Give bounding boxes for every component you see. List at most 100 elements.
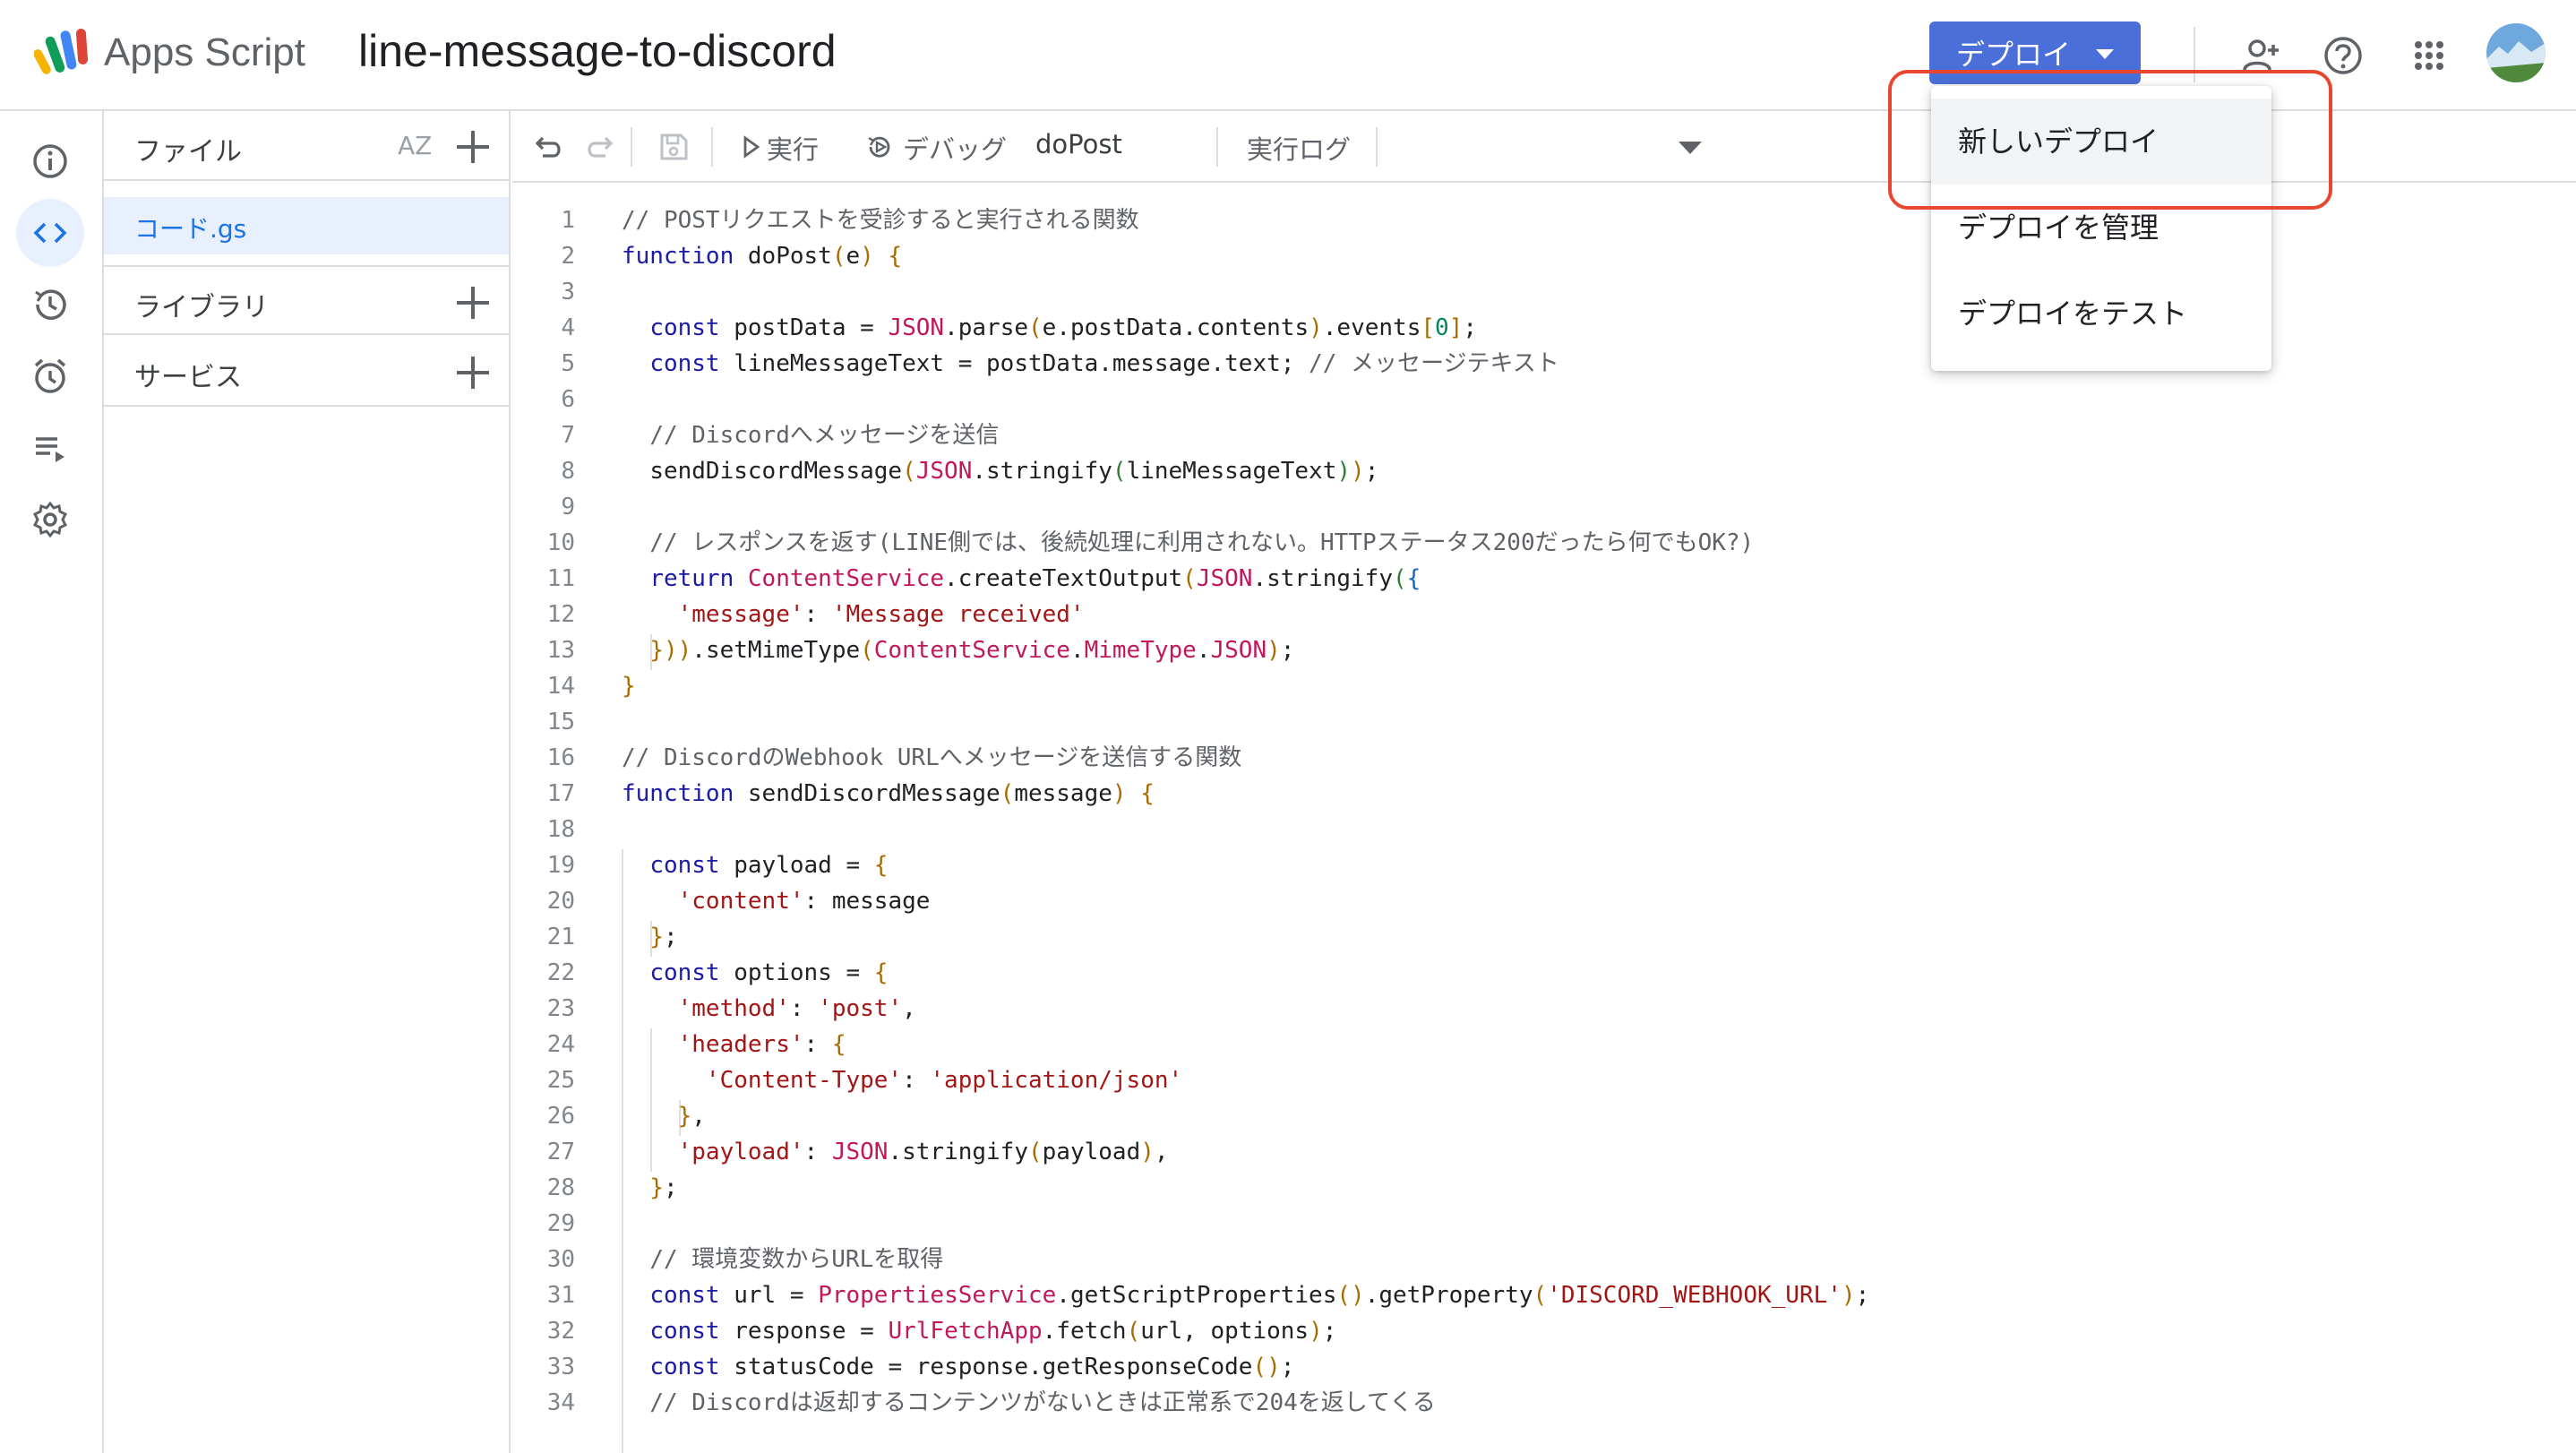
code-line[interactable]: 15 bbox=[512, 704, 2576, 740]
code-line[interactable]: 27 'payload': JSON.stringify(payload), bbox=[512, 1134, 2576, 1170]
code-text: const postData = JSON.parse(e.postData.c… bbox=[649, 314, 1477, 341]
code-line[interactable]: 23 'method': 'post', bbox=[512, 991, 2576, 1027]
help-icon[interactable] bbox=[2320, 32, 2366, 79]
libraries-label: ライブラリ bbox=[134, 292, 269, 323]
code-line[interactable]: 18 bbox=[512, 812, 2576, 847]
code-line[interactable]: 11 return ContentService.createTextOutpu… bbox=[512, 561, 2576, 597]
code-line[interactable]: 25 'Content-Type': 'application/json' bbox=[512, 1062, 2576, 1098]
code-text: })).setMimeType(ContentService.MimeType.… bbox=[649, 637, 1295, 664]
dropdown-arrow-icon[interactable] bbox=[1679, 142, 1702, 154]
triggers-nav-item[interactable] bbox=[16, 342, 84, 410]
line-number: 9 bbox=[561, 494, 575, 520]
info-icon bbox=[33, 144, 67, 178]
code-text: // DiscordのWebhook URLへメッセージを送信する関数 bbox=[622, 744, 1242, 771]
code-editor[interactable]: 1 // POSTリクエストを受診すると実行される関数 2 function doPo… bbox=[512, 185, 2576, 1453]
line-number: 8 bbox=[561, 458, 575, 485]
code-text: 'payload': JSON.stringify(payload), bbox=[677, 1139, 1169, 1165]
line-number: 31 bbox=[546, 1282, 575, 1309]
add-service-button[interactable] bbox=[457, 357, 489, 389]
executions-nav-item[interactable] bbox=[16, 414, 84, 482]
apps-script-logo[interactable] bbox=[34, 27, 95, 77]
code-text: }; bbox=[649, 1174, 678, 1201]
code-line[interactable]: 13 })).setMimeType(ContentService.MimeTy… bbox=[512, 632, 2576, 668]
line-number: 1 bbox=[561, 207, 575, 234]
code-line[interactable]: 32 const response = UrlFetchApp.fetch(ur… bbox=[512, 1313, 2576, 1349]
code-line[interactable]: 10 // レスポンスを返す(LINE側では、後続処理に利用されない。HTTPス… bbox=[512, 525, 2576, 561]
redo-icon[interactable] bbox=[580, 129, 616, 165]
code-line[interactable]: 16 // DiscordのWebhook URLへメッセージを送信する関数 bbox=[512, 740, 2576, 776]
code-line[interactable]: 9 bbox=[512, 489, 2576, 525]
line-number: 28 bbox=[546, 1174, 575, 1201]
debug-label: デバッグ bbox=[903, 134, 1008, 165]
line-number: 17 bbox=[546, 780, 575, 807]
file-name: コード.gs bbox=[134, 214, 247, 244]
code-line[interactable]: 34 // Discordは返却するコンテンツがないときは正常系で204を返して… bbox=[512, 1385, 2576, 1421]
project-title[interactable]: line-message-to-discord bbox=[358, 25, 837, 77]
file-item[interactable]: コード.gs bbox=[104, 197, 509, 254]
code-line[interactable]: 19 const payload = { bbox=[512, 847, 2576, 883]
code-line[interactable]: 28 }; bbox=[512, 1170, 2576, 1206]
code-text: // 環境変数からURLを取得 bbox=[649, 1246, 944, 1273]
code-line[interactable]: 20 'content': message bbox=[512, 883, 2576, 919]
code-text: } bbox=[622, 673, 636, 700]
account-avatar[interactable] bbox=[2486, 23, 2546, 82]
add-file-button[interactable] bbox=[457, 131, 489, 163]
line-number: 29 bbox=[546, 1210, 575, 1237]
line-number: 5 bbox=[561, 350, 575, 377]
line-number: 33 bbox=[546, 1354, 575, 1380]
code-text: const url = PropertiesService.getScriptP… bbox=[649, 1282, 1870, 1309]
add-library-button[interactable] bbox=[457, 287, 489, 319]
line-number: 25 bbox=[546, 1067, 575, 1094]
history-icon bbox=[35, 289, 66, 320]
line-number: 7 bbox=[561, 422, 575, 449]
execution-log-button[interactable]: 実行ログ bbox=[1247, 129, 1351, 167]
sort-az-icon[interactable]: AZ bbox=[398, 131, 432, 160]
code-text: // Discordは返却するコンテンツがないときは正常系で204を返してくる bbox=[649, 1389, 1436, 1416]
function-select[interactable]: doPost bbox=[1035, 125, 1206, 168]
code-text: }; bbox=[649, 924, 678, 950]
code-line[interactable]: 17 function sendDiscordMessage(message) { bbox=[512, 776, 2576, 812]
toolbar-divider bbox=[1376, 127, 1378, 167]
code-line[interactable]: 12 'message': 'Message received' bbox=[512, 597, 2576, 632]
code-line[interactable]: 33 const statusCode = response.getRespon… bbox=[512, 1349, 2576, 1385]
toolbar-divider bbox=[631, 127, 632, 167]
code-line[interactable]: 30 // 環境変数からURLを取得 bbox=[512, 1242, 2576, 1277]
run-button[interactable]: 実行 bbox=[736, 129, 829, 165]
line-number: 34 bbox=[546, 1389, 575, 1416]
code-line[interactable]: 6 bbox=[512, 382, 2576, 417]
services-section: サービス bbox=[104, 337, 509, 407]
debug-button[interactable]: デバッグ bbox=[865, 129, 1026, 165]
line-number: 24 bbox=[546, 1031, 575, 1058]
code-line[interactable]: 7 // Discordへメッセージを送信 bbox=[512, 417, 2576, 453]
code-line[interactable]: 8 sendDiscordMessage(JSON.stringify(line… bbox=[512, 453, 2576, 489]
line-number: 27 bbox=[546, 1139, 575, 1165]
code-line[interactable]: 22 const options = { bbox=[512, 955, 2576, 991]
play-icon bbox=[743, 135, 760, 159]
test-deployments-menu-item[interactable]: デプロイをテスト bbox=[1931, 271, 2271, 357]
apps-grid-icon[interactable] bbox=[2406, 32, 2452, 79]
code-line[interactable]: 21 }; bbox=[512, 919, 2576, 955]
save-icon[interactable] bbox=[656, 129, 691, 165]
code-line[interactable]: 24 'headers': { bbox=[512, 1027, 2576, 1062]
code-text: const response = UrlFetchApp.fetch(url, … bbox=[649, 1318, 1337, 1345]
line-number: 2 bbox=[561, 243, 575, 270]
code-line[interactable]: 14} bbox=[512, 668, 2576, 704]
toolbar-divider bbox=[1216, 127, 1218, 167]
files-panel: ファイル AZ コード.gs ライブラリ サービス bbox=[104, 111, 511, 1453]
undo-icon[interactable] bbox=[532, 129, 568, 165]
code-line[interactable]: 31 const url = PropertiesService.getScri… bbox=[512, 1277, 2576, 1313]
line-number: 30 bbox=[546, 1246, 575, 1273]
left-nav-rail bbox=[0, 111, 104, 1453]
files-label: ファイル bbox=[134, 136, 242, 168]
code-text: function doPost(e) { bbox=[622, 243, 903, 270]
code-text: const statusCode = response.getResponseC… bbox=[649, 1354, 1295, 1380]
settings-nav-item[interactable] bbox=[16, 486, 84, 554]
code-line[interactable]: 29 bbox=[512, 1206, 2576, 1242]
code-line[interactable]: 26 }, bbox=[512, 1098, 2576, 1134]
history-nav-item[interactable] bbox=[16, 271, 84, 339]
line-number: 32 bbox=[546, 1318, 575, 1345]
overview-nav-item[interactable] bbox=[16, 127, 84, 195]
app-name[interactable]: Apps Script bbox=[104, 30, 305, 75]
code-text: // POSTリクエストを受診すると実行される関数 bbox=[622, 207, 1139, 234]
editor-nav-item[interactable] bbox=[16, 199, 84, 267]
